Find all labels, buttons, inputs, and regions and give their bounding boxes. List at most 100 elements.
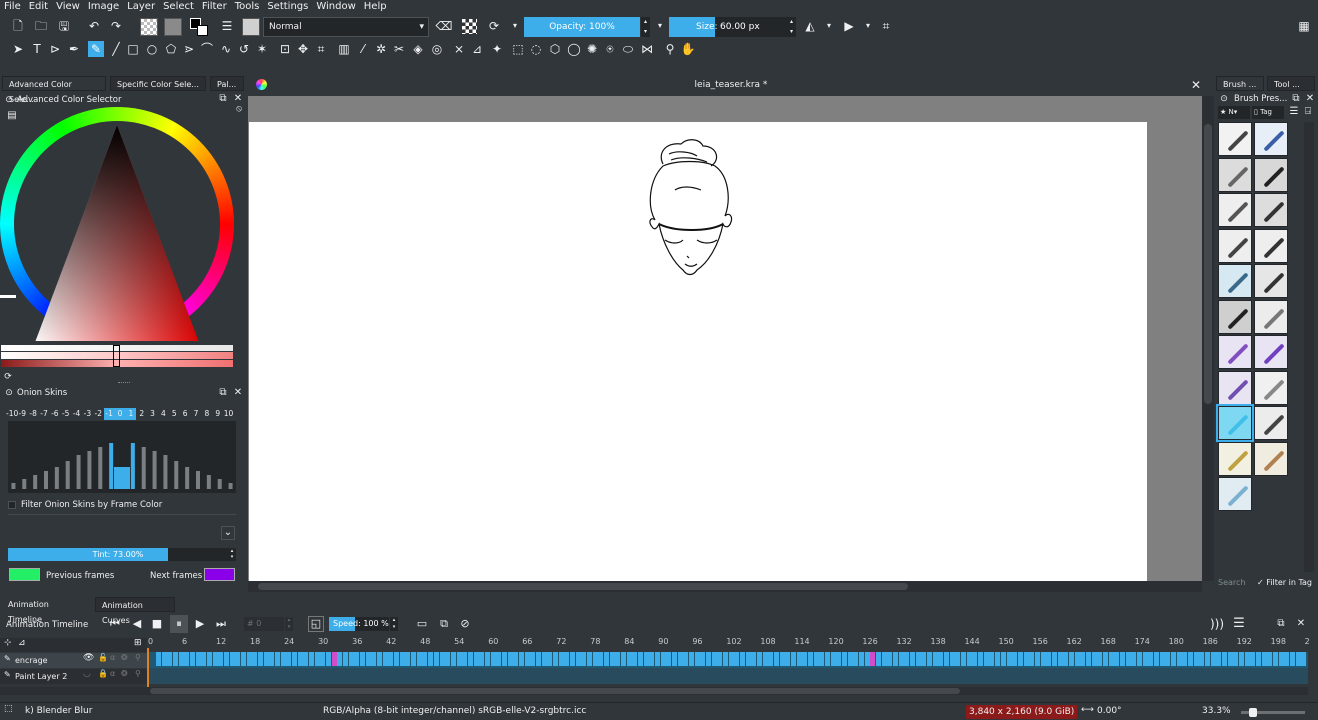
move-icon[interactable]: ✥: [295, 41, 311, 57]
frame-cell[interactable]: [433, 652, 439, 666]
menu-file[interactable]: File: [0, 0, 25, 13]
workspace-icon[interactable]: ▦: [1296, 18, 1312, 34]
frame-cell[interactable]: [1204, 652, 1210, 666]
zoom-slider[interactable]: [1241, 708, 1305, 717]
frame-cell[interactable]: [983, 652, 989, 666]
onion-number[interactable]: -1: [103, 408, 115, 420]
transform-icon[interactable]: ⊡: [277, 41, 293, 57]
frame-cell[interactable]: [1153, 652, 1159, 666]
frame-cell[interactable]: [331, 652, 337, 666]
filter-checkbox[interactable]: [8, 501, 16, 509]
dynamic-brush-icon[interactable]: ↺: [236, 41, 252, 57]
timeline-scrollbar[interactable]: [0, 687, 1308, 695]
drop-frames-icon[interactable]: ◱: [308, 616, 324, 632]
ruler-label[interactable]: 30: [318, 637, 328, 646]
frame-cell[interactable]: [927, 652, 933, 666]
tab-animation-timeline[interactable]: Animation Timeline: [2, 597, 90, 624]
select-icon[interactable]: ➤: [10, 41, 26, 57]
frame-cell[interactable]: [796, 652, 802, 666]
measure-icon[interactable]: ⨯: [451, 41, 467, 57]
frame-cell[interactable]: [853, 652, 859, 666]
dock-lock-icon[interactable]: ⊙: [1, 385, 17, 401]
frame-cell[interactable]: [779, 652, 785, 666]
frame-cell[interactable]: [802, 652, 808, 666]
frame-cell[interactable]: [439, 652, 445, 666]
frame-cell[interactable]: [524, 652, 530, 666]
save-icon[interactable]: 🖫: [56, 18, 72, 34]
open-document-icon[interactable]: 🗀: [33, 18, 49, 34]
brush-icon[interactable]: ⬚: [4, 704, 13, 714]
frame-cell[interactable]: [774, 652, 780, 666]
frame-cell[interactable]: [394, 652, 400, 666]
crop-icon[interactable]: ⌗: [313, 41, 329, 57]
frame-cell[interactable]: [966, 652, 972, 666]
frame-cell[interactable]: [961, 652, 967, 666]
visibility-icon[interactable]: 👁: [83, 653, 94, 663]
document-tab-title[interactable]: leia_teaser.kra *: [248, 78, 1214, 92]
frame-cell[interactable]: [700, 652, 706, 666]
brush-preset-item[interactable]: [1254, 264, 1288, 298]
frame-cell[interactable]: [241, 652, 247, 666]
chevron-down-icon[interactable]: ⌄: [221, 526, 235, 540]
menu-help[interactable]: Help: [360, 0, 391, 13]
frame-cell[interactable]: [547, 652, 553, 666]
reload-preset-icon[interactable]: ⟳: [486, 18, 502, 34]
frame-cell[interactable]: [660, 652, 666, 666]
frame-cell[interactable]: [1136, 652, 1142, 666]
frame-cell[interactable]: [292, 652, 298, 666]
frame-cell[interactable]: [371, 652, 377, 666]
frame-cell[interactable]: [388, 652, 394, 666]
ruler-label[interactable]: 90: [658, 637, 668, 646]
frame-cell[interactable]: [1148, 652, 1154, 666]
frame-cell[interactable]: [411, 652, 417, 666]
frame-cell[interactable]: [1085, 652, 1091, 666]
tab-specific-color[interactable]: Specific Color Sele...: [110, 76, 206, 91]
onion-toggle-icon[interactable]: ❂: [121, 669, 128, 678]
ruler-label[interactable]: 186: [1203, 637, 1218, 646]
frame-cell[interactable]: [859, 652, 865, 666]
frame-cell[interactable]: [915, 652, 921, 666]
frame-cell[interactable]: [745, 652, 751, 666]
frame-cell[interactable]: [1284, 652, 1290, 666]
frame-cell[interactable]: [178, 652, 184, 666]
ellipse-select-icon[interactable]: ◌: [528, 41, 544, 57]
frame-cell[interactable]: [1193, 652, 1199, 666]
frame-cell[interactable]: [711, 652, 717, 666]
bezier-select-icon[interactable]: ⬭: [620, 41, 636, 57]
frame-cell[interactable]: [365, 652, 371, 666]
frame-cell[interactable]: [1119, 652, 1125, 666]
canvas-viewport[interactable]: [248, 96, 1202, 581]
float-icon[interactable]: ⧉: [1273, 616, 1289, 632]
frame-cell[interactable]: [212, 652, 218, 666]
onion-toggle-icon[interactable]: ❂: [121, 653, 128, 662]
frame-cell[interactable]: [201, 652, 207, 666]
frame-cell[interactable]: [1199, 652, 1205, 666]
redo-icon[interactable]: ↷: [108, 18, 124, 34]
frame-cell[interactable]: [1267, 652, 1273, 666]
frame-cell[interactable]: [978, 652, 984, 666]
size-spin[interactable]: ▴ ▾: [787, 17, 796, 37]
horizontal-scrollbar[interactable]: [248, 581, 1202, 592]
onion-number[interactable]: 4: [158, 408, 169, 420]
line-icon[interactable]: ╱: [108, 41, 124, 57]
vertical-scrollbar[interactable]: [1202, 96, 1214, 581]
onion-skin-toggle-icon[interactable]: ⧉: [436, 616, 452, 632]
frame-cell[interactable]: [309, 652, 315, 666]
ruler-label[interactable]: 144: [964, 637, 979, 646]
frame-cell[interactable]: [399, 652, 405, 666]
frame-cell[interactable]: [864, 652, 870, 666]
frame-cell[interactable]: [586, 652, 592, 666]
brush-preset-item[interactable]: [1254, 122, 1288, 156]
frame-cell[interactable]: [1244, 652, 1250, 666]
remove-layer-icon[interactable]: ⊿: [18, 638, 26, 648]
ruler-label[interactable]: 72: [556, 637, 566, 646]
frame-cell[interactable]: [473, 652, 479, 666]
frame-cell[interactable]: [932, 652, 938, 666]
frame-cell[interactable]: [830, 652, 836, 666]
ruler-label[interactable]: 48: [420, 637, 430, 646]
frame-number-field[interactable]: # 0: [244, 617, 284, 631]
frame-cell[interactable]: [1097, 652, 1103, 666]
frame-cell[interactable]: [286, 652, 292, 666]
frame-cell[interactable]: [326, 652, 332, 666]
onion-number[interactable]: -2: [93, 408, 104, 420]
